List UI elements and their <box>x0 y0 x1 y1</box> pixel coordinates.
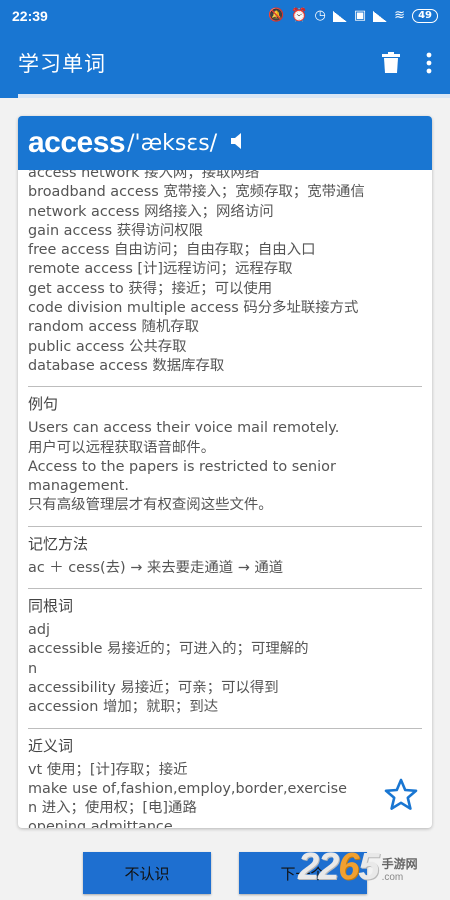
wifi-icon: ≋ <box>394 8 406 23</box>
phrase-line: get access to 获得；接近；可以使用 <box>28 280 273 297</box>
word-header: access /'æksɛs/ <box>18 116 432 170</box>
synonym-line: opening,admittance <box>28 819 173 828</box>
watermark-cn: 手游网 <box>381 857 418 871</box>
status-time: 22:39 <box>12 8 48 24</box>
word-details[interactable]: access network 接入网；接取网络 broadband access… <box>18 164 432 828</box>
phrase-line: random access 随机存取 <box>28 319 200 336</box>
sim-icon: ▣ <box>353 8 367 23</box>
synonyms-title: 近义词 <box>28 736 74 755</box>
synonyms-section: 近义词 vt 使用；[计]存取；接近 make use of,fashion,e… <box>28 727 422 828</box>
phrase-line: free access 自由访问；自由存取；自由入口 <box>28 242 316 259</box>
appbar-actions <box>382 52 432 74</box>
trash-icon[interactable] <box>382 52 400 74</box>
synonym-line: n 进入；使用权；[电]通路 <box>28 800 197 817</box>
word-phonetic: /'æksɛs/ <box>127 130 218 156</box>
status-bar: 22:39 🔕 ⏰ ◷ ▣ ≋ 49 <box>0 0 450 32</box>
phrase-line: broadband access 宽带接入；宽频存取；宽带通信 <box>28 184 365 201</box>
cognate-line: adj <box>28 622 50 639</box>
synonym-line: make use of,fashion,employ,border,exerci… <box>28 780 347 797</box>
cognate-line: accessible 易接近的；可进入的；可理解的 <box>28 641 309 658</box>
page-title: 学习单词 <box>18 52 106 76</box>
alarm-icon: ⏰ <box>291 8 308 23</box>
synonym-line: vt 使用；[计]存取；接近 <box>28 761 188 778</box>
watermark-logo: 2265 手游网 .com <box>298 846 418 889</box>
phrases-section: access network 接入网；接取网络 broadband access… <box>28 164 422 376</box>
watermark-digits: 2265 <box>298 846 380 888</box>
cognate-line: n <box>28 660 38 677</box>
cognate-line: accession 增加；就职；到达 <box>28 699 219 716</box>
example-line: Access to the papers is restricted to se… <box>28 458 336 475</box>
battery-indicator: 49 <box>412 9 438 23</box>
unknown-word-button[interactable]: 不认识 <box>83 852 211 894</box>
memory-line: ac ＋ cess(去) → 来去要走通道 → 通道 <box>28 559 284 576</box>
memory-title: 记忆方法 <box>28 534 89 553</box>
watermark-side: 手游网 .com <box>382 855 418 883</box>
phrase-line: network access 网络接入；网络访问 <box>28 203 274 220</box>
speaker-icon[interactable] <box>231 132 247 154</box>
cognate-line: accessibility 易接近；可亲；可以得到 <box>28 679 279 696</box>
examples-section: 例句 Users can access their voice mail rem… <box>28 386 422 515</box>
cognates-section: 同根词 adj accessible 易接近的；可进入的；可理解的 n acce… <box>28 588 422 717</box>
word-card: access /'æksɛs/ access network 接入网；接取网络 … <box>18 116 432 828</box>
status-icons: 🔕 ⏰ ◷ ▣ ≋ 49 <box>268 9 438 23</box>
clock-icon: ◷ <box>314 8 326 23</box>
watermark-url: .com <box>381 872 404 883</box>
word-text: access <box>28 126 126 159</box>
example-line: management. <box>28 478 129 495</box>
phrase-line: code division multiple access 码分多址联接方式 <box>28 300 359 317</box>
examples-title: 例句 <box>28 395 59 414</box>
mute-icon: 🔕 <box>268 8 285 23</box>
example-line: 用户可以远程获取语音邮件。 <box>28 439 216 456</box>
signal-icon <box>332 10 347 22</box>
signal-icon-2 <box>373 10 388 22</box>
star-outline-icon[interactable] <box>384 778 418 815</box>
example-line: Users can access their voice mail remote… <box>28 420 340 437</box>
cognates-title: 同根词 <box>28 597 74 616</box>
study-progress-fill <box>0 94 18 98</box>
study-progress-bar <box>0 94 450 98</box>
phrase-line: public access 公共存取 <box>28 338 187 355</box>
phrase-line: gain access 获得访问权限 <box>28 222 204 239</box>
example-line: 只有高级管理层才有权查阅这些文件。 <box>28 497 273 514</box>
memory-section: 记忆方法 ac ＋ cess(去) → 来去要走通道 → 通道 <box>28 525 422 578</box>
phrase-line: remote access [计]远程访问；远程存取 <box>28 261 293 278</box>
phrase-line: database access 数据库存取 <box>28 357 225 374</box>
more-vert-icon[interactable] <box>426 52 432 74</box>
app-bar: 学习单词 <box>0 32 450 94</box>
